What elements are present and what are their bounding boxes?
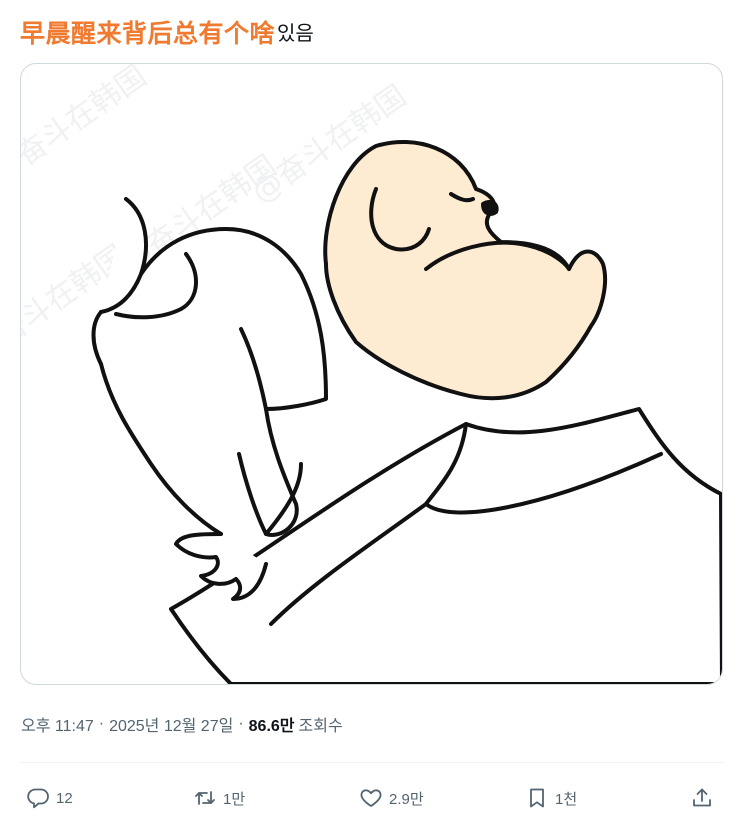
- bookmark-icon: [530, 788, 544, 808]
- tweet-detail: 早晨醒来背后总有个啥 있음 @奋斗在韩国 @奋斗在韩国 @奋斗在韩国 @奋斗在韩…: [0, 0, 747, 829]
- reply-button[interactable]: 12: [26, 780, 73, 816]
- repost-count: 1만: [223, 790, 246, 808]
- bookmark-count: 1천: [555, 790, 578, 808]
- post-date[interactable]: 2025년 12월 27일: [109, 712, 233, 736]
- action-bar: 12 1만 2.9만 1천: [0, 780, 747, 816]
- post-body-text: 있음: [277, 23, 314, 45]
- reply-icon: [27, 788, 49, 809]
- post-time[interactable]: 오후 11:47: [21, 712, 94, 736]
- svg-text:@奋斗在韩国: @奋斗在韩国: [21, 64, 153, 191]
- heart-icon: [360, 789, 382, 807]
- views-label: 조회수: [298, 718, 343, 735]
- dog: [323, 140, 608, 401]
- share-icon: [693, 788, 711, 807]
- like-button[interactable]: 2.9만: [359, 780, 424, 816]
- post-text: 早晨醒来背后总有个啥 있음: [20, 14, 314, 54]
- comic-illustration: @奋斗在韩国 @奋斗在韩国 @奋斗在韩国 @奋斗在韩国: [21, 64, 722, 684]
- meta-separator: ·: [98, 715, 105, 732]
- share-button[interactable]: [690, 780, 714, 816]
- repost-icon: [195, 791, 215, 805]
- views-count: 86.6만: [248, 718, 295, 735]
- bookmark-button[interactable]: 1천: [525, 780, 577, 816]
- reply-count: 12: [56, 789, 73, 807]
- repost-button[interactable]: 1만: [193, 780, 245, 816]
- like-count: 2.9만: [389, 790, 424, 808]
- post-overlay-text: 早晨醒来背后总有个啥: [20, 20, 276, 48]
- meta-separator: ·: [238, 715, 244, 732]
- post-meta: 오후 11:47 · 2025년 12월 27일 · 86.6만 조회수: [21, 712, 343, 736]
- divider: [20, 762, 724, 763]
- post-image[interactable]: @奋斗在韩国 @奋斗在韩国 @奋斗在韩国 @奋斗在韩国: [20, 63, 723, 685]
